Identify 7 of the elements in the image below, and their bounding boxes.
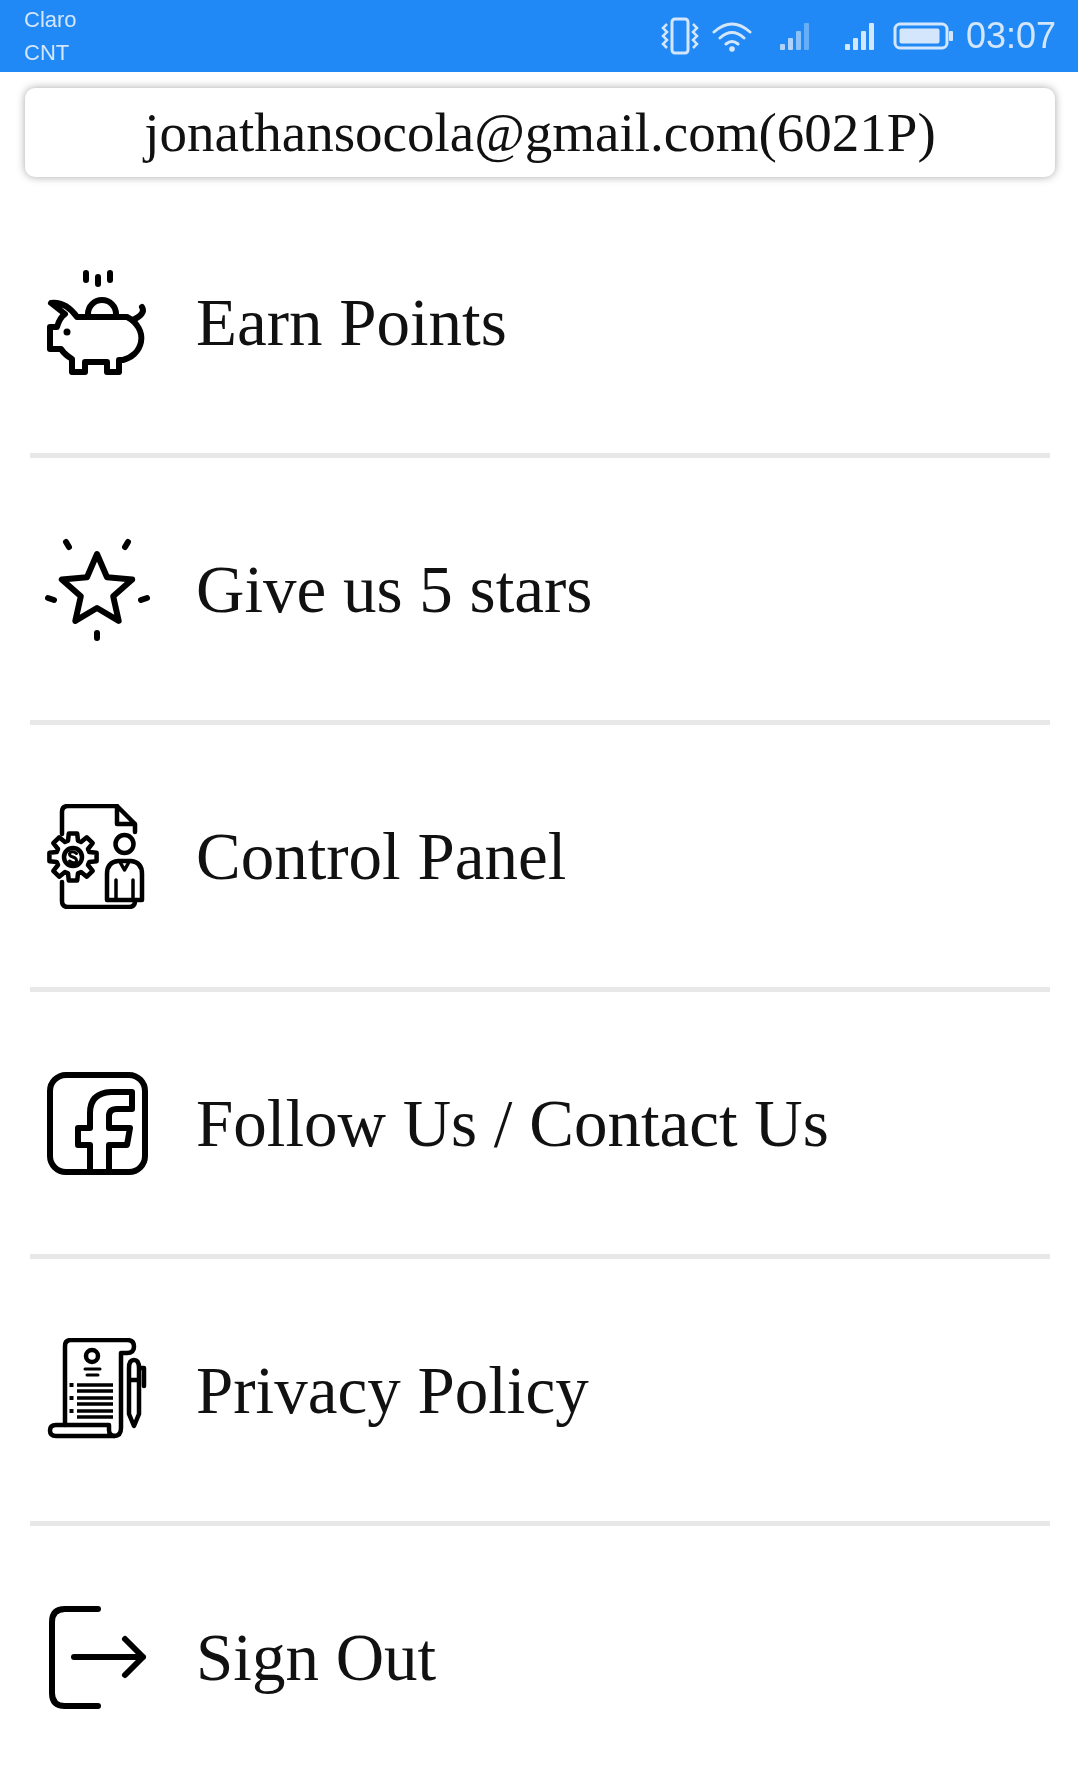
facebook-icon [45, 1070, 150, 1176]
battery-icon [892, 21, 955, 51]
carrier-name: Claro [24, 6, 77, 34]
clock-time: 03:07 [965, 18, 1056, 54]
account-label: jonathansocola@gmail.com(6021P) [25, 88, 1055, 177]
star-icon [45, 536, 150, 642]
carrier-name: CNT [24, 39, 71, 67]
